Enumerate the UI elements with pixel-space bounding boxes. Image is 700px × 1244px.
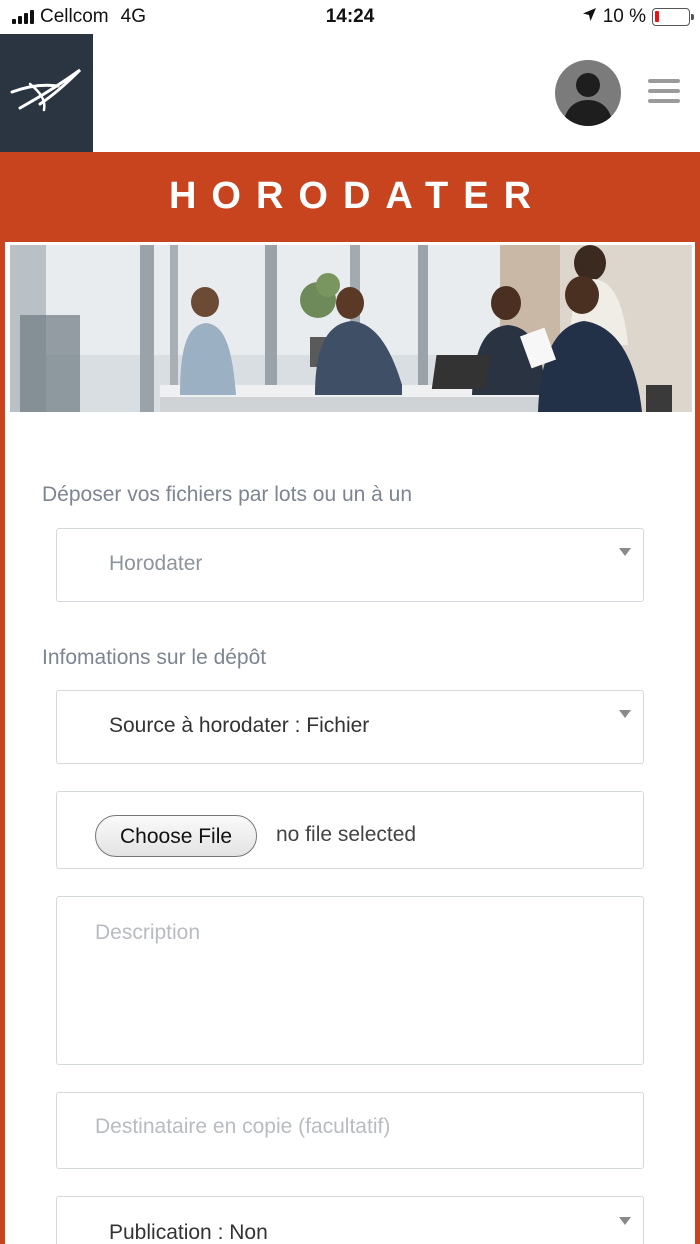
choose-file-button[interactable]: Choose File [95, 815, 258, 857]
hero-image [10, 245, 692, 412]
file-input[interactable]: Choose File no file selected [56, 791, 644, 869]
app-header [0, 34, 700, 152]
deposit-mode-select[interactable]: Horodater [56, 528, 644, 602]
page-title: HORODATER [168, 175, 547, 217]
file-status-text: no file selected [276, 823, 417, 846]
source-select[interactable]: Source à horodater : Fichier [56, 690, 644, 764]
description-textarea[interactable]: Description [56, 896, 644, 1065]
deposit-mode-value: Horodater [109, 552, 203, 575]
brand-logo[interactable] [0, 34, 93, 152]
info-section-label: Infomations sur le dépôt [42, 646, 267, 669]
battery-icon [652, 8, 694, 26]
cc-recipient-placeholder: Destinataire en copie (facultatif) [95, 1115, 391, 1138]
brand-swoosh-icon [10, 68, 82, 112]
status-bar: Cellcom 4G 14:24 10 % [0, 0, 700, 34]
description-placeholder: Description [95, 921, 201, 944]
publication-select-value: Publication : Non [109, 1221, 268, 1244]
battery-percent: 10 % [602, 6, 646, 27]
publication-select[interactable]: Publication : Non [56, 1196, 644, 1244]
location-arrow-icon [582, 7, 597, 27]
cc-recipient-input[interactable]: Destinataire en copie (facultatif) [56, 1092, 644, 1169]
chevron-down-icon [619, 548, 631, 556]
deposit-section-label: Déposer vos fichiers par lots ou un à un [42, 483, 413, 506]
chevron-down-icon [619, 710, 631, 718]
chevron-down-icon [619, 1217, 631, 1225]
status-right: 10 % [582, 6, 694, 28]
source-select-value: Source à horodater : Fichier [109, 714, 370, 737]
hamburger-menu-icon[interactable] [648, 79, 680, 107]
user-avatar-icon[interactable] [555, 60, 621, 126]
